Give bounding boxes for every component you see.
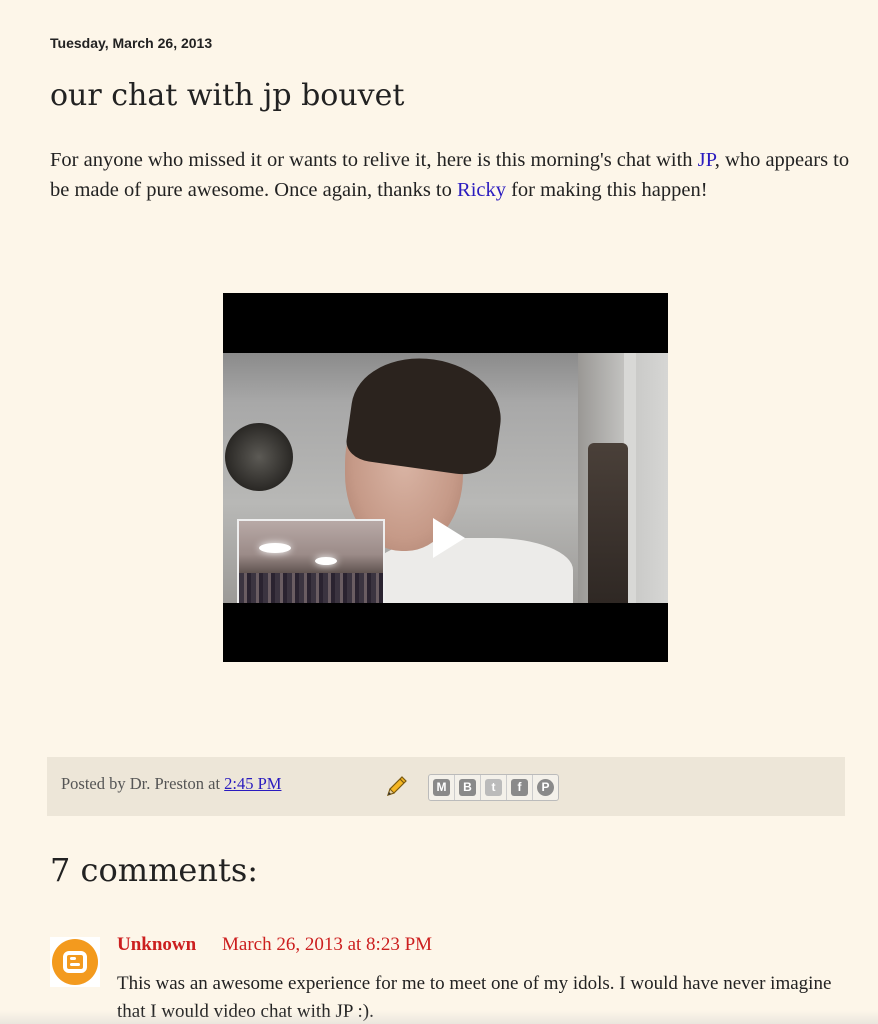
video-player[interactable] — [223, 293, 668, 662]
post-title: our chat with jp bouvet — [50, 78, 405, 113]
comment-author[interactable]: Unknown — [117, 934, 196, 956]
pencil-icon[interactable] — [382, 773, 410, 801]
twitter-icon[interactable]: t — [481, 775, 507, 800]
blogger-icon[interactable]: B — [455, 775, 481, 800]
comment-body: This was an awesome experience for me to… — [117, 973, 832, 1022]
post-date-header: Tuesday, March 26, 2013 — [50, 35, 213, 51]
blogger-avatar-icon — [50, 937, 100, 987]
wall-clock — [225, 423, 293, 491]
pinterest-icon[interactable]: P — [533, 775, 558, 800]
video-thumbnail — [223, 353, 668, 603]
post-footer: Posted by Dr. Preston at 2:45 PM M B t f… — [47, 757, 845, 816]
facebook-icon[interactable]: f — [507, 775, 533, 800]
ricky-link[interactable]: Ricky — [457, 179, 506, 201]
posted-by: Posted by Dr. Preston at 2:45 PM — [61, 774, 281, 794]
post-body-text-1: For anyone who missed it or wants to rel… — [50, 149, 698, 171]
comments-heading: 7 comments: — [50, 851, 259, 889]
comment-timestamp[interactable]: March 26, 2013 at 8:23 PM — [222, 934, 432, 956]
play-icon[interactable] — [433, 518, 465, 558]
picture-in-picture — [237, 519, 385, 603]
jp-link[interactable]: JP — [698, 149, 715, 171]
email-icon[interactable]: M — [429, 775, 455, 800]
post-body-text-3: for making this happen! — [505, 179, 708, 201]
post-body: For anyone who missed it or wants to rel… — [50, 145, 850, 205]
share-bar: M B t f P — [428, 774, 559, 801]
post-time-link[interactable]: 2:45 PM — [224, 774, 281, 793]
posted-by-text: Posted by Dr. Preston at — [61, 774, 225, 793]
